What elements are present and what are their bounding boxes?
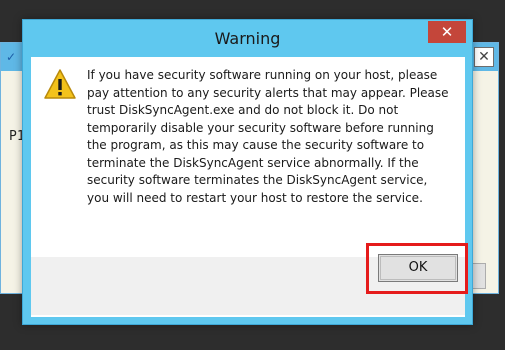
dialog-close-button[interactable]: ✕ [428,21,466,43]
warning-dialog: Warning ✕ If you have security software … [22,19,473,325]
app-icon: ✓ [5,50,17,64]
warning-icon [44,69,76,99]
dialog-title: Warning [214,29,281,48]
background-close-button[interactable]: ✕ [474,47,494,67]
background-button[interactable] [472,263,486,289]
ok-button[interactable]: OK [378,254,458,282]
warning-message: If you have security software running on… [87,68,449,205]
